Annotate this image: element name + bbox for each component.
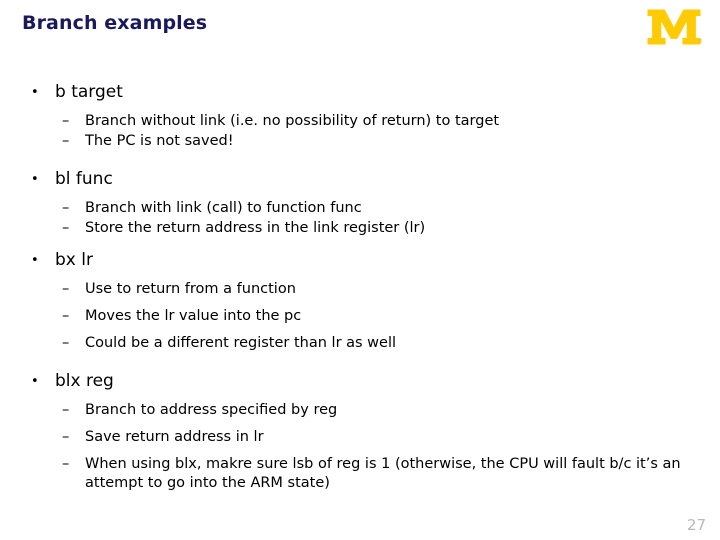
sub-bullet-list: – Branch to address specified by reg – S… (0, 401, 720, 494)
sub-bullet: – Save return address in lr (0, 428, 720, 447)
dash-icon: – (62, 429, 70, 445)
sub-bullet-list: – Branch without link (i.e. no possibili… (0, 112, 720, 151)
sub-bullet: – Could be a different register than lr … (0, 334, 720, 353)
sub-bullet-list: – Branch with link (call) to function fu… (0, 199, 720, 238)
sub-bullet-list: – Use to return from a function – Moves … (0, 280, 720, 353)
sub-bullet: – Branch to address specified by reg (0, 401, 720, 420)
bullet-heading: • b target (0, 82, 720, 104)
sub-bullet-label: The PC is not saved! (85, 132, 234, 149)
sub-bullet: – Branch with link (call) to function fu… (0, 199, 720, 218)
dash-icon: – (62, 335, 70, 351)
dash-icon: – (62, 112, 70, 129)
sub-bullet: – Use to return from a function (0, 280, 720, 299)
sub-bullet-label: Moves the lr value into the pc (85, 307, 302, 324)
dash-icon: – (62, 280, 70, 297)
dash-icon: – (62, 199, 70, 216)
dash-icon: – (62, 401, 70, 418)
bullet-heading: • blx reg (0, 371, 720, 393)
dash-icon: – (62, 219, 70, 236)
sub-bullet-label: Use to return from a function (85, 280, 296, 297)
bullet-heading-label: b target (55, 82, 123, 102)
sub-bullet-label: Branch without link (i.e. no possibility… (85, 112, 500, 129)
sub-bullet: – The PC is not saved! (0, 132, 720, 151)
bullet-heading-label: bx lr (55, 250, 93, 270)
bullet-icon: • (31, 374, 39, 390)
section-bl-func: • bl func – Branch with link (call) to f… (0, 169, 720, 238)
dash-icon: – (62, 456, 70, 473)
university-of-michigan-logo: ® (646, 6, 703, 48)
section-bx-lr: • bx lr – Use to return from a function … (0, 250, 720, 353)
section-b-target: • b target – Branch without link (i.e. n… (0, 82, 720, 151)
sub-bullet-label: Branch with link (call) to function func (85, 199, 362, 216)
slide: Branch examples ® • b target – Branch wi… (0, 0, 720, 540)
dash-icon: – (62, 132, 70, 149)
sub-bullet-label: Save return address in lr (85, 429, 264, 445)
dash-icon: – (62, 307, 70, 324)
sub-bullet-label: When using blx, makre sure lsb of reg is… (85, 456, 681, 492)
bullet-icon: • (31, 85, 39, 100)
bullet-heading-label: blx reg (55, 371, 114, 392)
sub-bullet: – When using blx, makre sure lsb of reg … (0, 455, 720, 493)
bullet-heading: • bl func (0, 169, 720, 191)
sub-bullet-label: Could be a different register than lr as… (85, 335, 397, 351)
bullet-icon: • (31, 253, 39, 268)
sub-bullet-label: Store the return address in the link reg… (85, 219, 426, 236)
sub-bullet: – Store the return address in the link r… (0, 219, 720, 238)
section-blx-reg: • blx reg – Branch to address specified … (0, 371, 720, 493)
sub-bullet: – Moves the lr value into the pc (0, 307, 720, 326)
page-number: 27 (686, 516, 706, 534)
sub-bullet: – Branch without link (i.e. no possibili… (0, 112, 720, 131)
sub-bullet-label: Branch to address specified by reg (85, 401, 338, 418)
bullet-icon: • (31, 172, 39, 187)
block-m-icon (647, 9, 701, 45)
slide-body: • b target – Branch without link (i.e. n… (0, 82, 720, 493)
bullet-heading: • bx lr (0, 250, 720, 272)
bullet-heading-label: bl func (55, 169, 113, 189)
page-title: Branch examples (22, 12, 208, 34)
trademark-symbol: ® (698, 39, 703, 45)
